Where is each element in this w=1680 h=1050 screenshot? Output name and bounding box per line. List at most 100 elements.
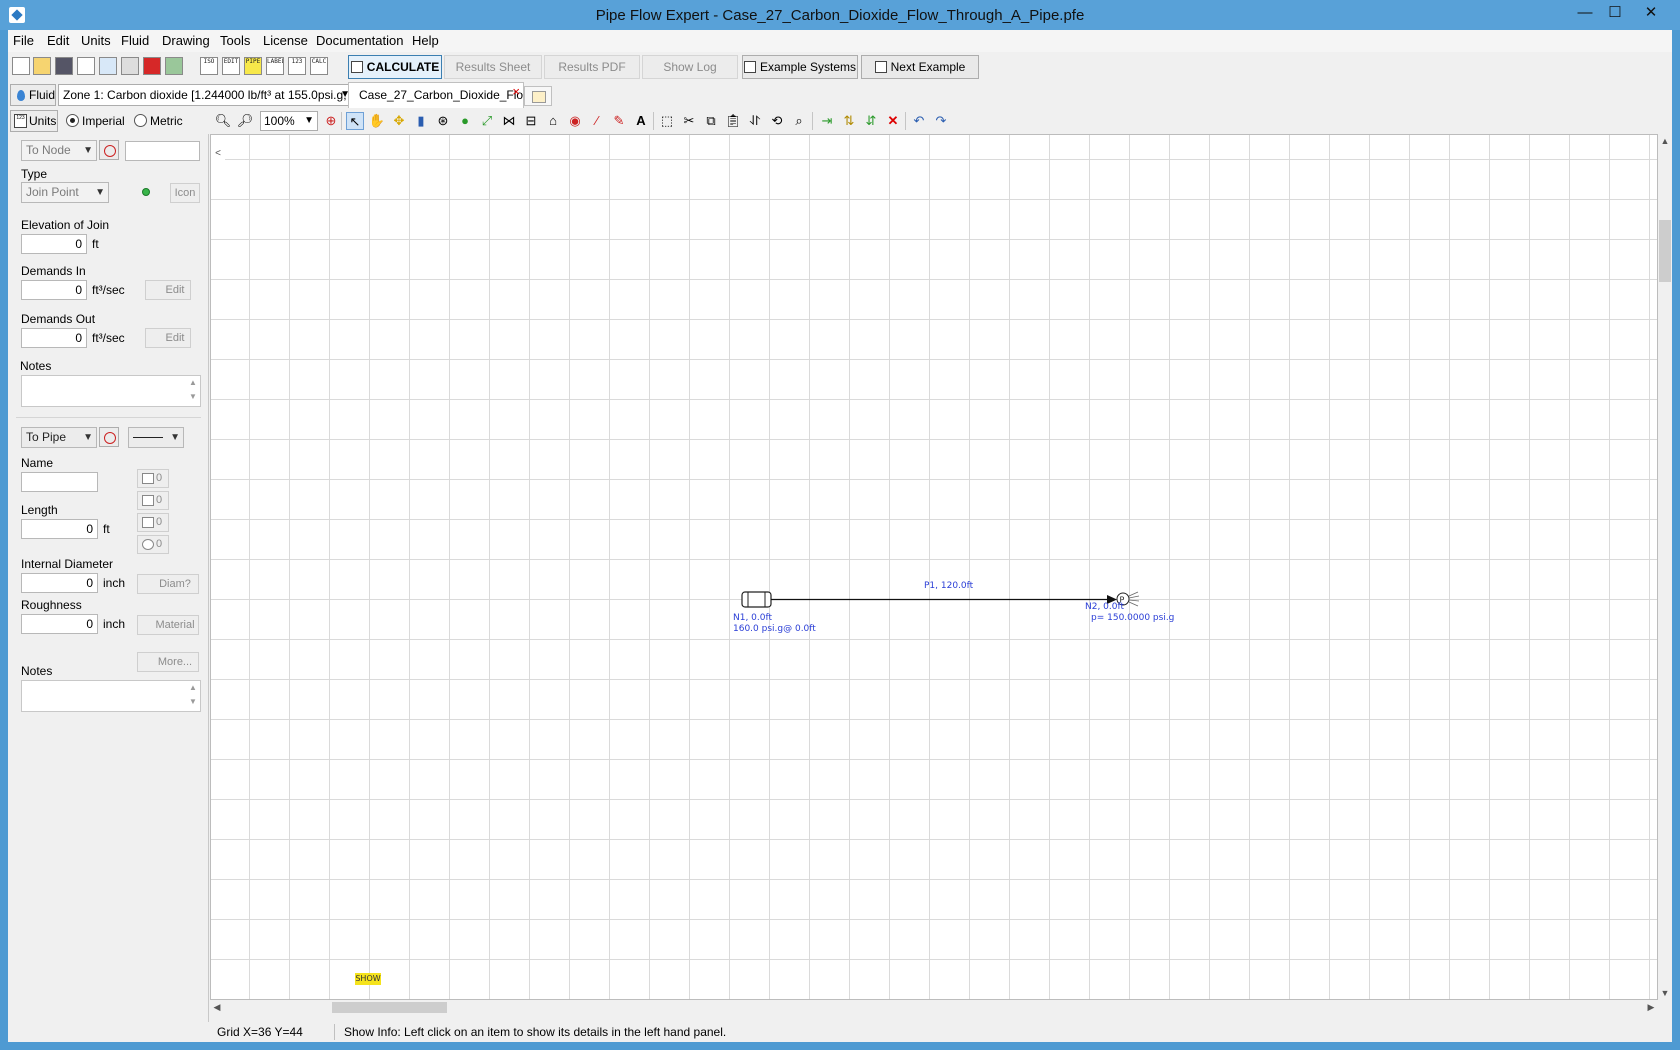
calc-icon[interactable]: CALC [310, 57, 328, 75]
horizontal-scrollbar[interactable]: ◀ ▶ [210, 1000, 1658, 1014]
pipe-draw-icon[interactable]: ⤢ [478, 112, 496, 130]
new-file-icon[interactable] [12, 57, 30, 75]
demands-out-field[interactable]: 0 [21, 328, 87, 348]
close-tab-icon[interactable]: × [512, 83, 520, 104]
drawing-canvas[interactable]: < P P1, 120.0ft N1, 0.0ft 160.0 psi.g@ 0… [210, 134, 1658, 1000]
imperial-radio[interactable]: Imperial [66, 114, 125, 128]
text-icon[interactable]: A [632, 112, 650, 130]
calculate-button[interactable]: CALCULATE [348, 55, 442, 79]
scroll-left-icon[interactable]: ◀ [210, 1000, 224, 1014]
node-notes-field[interactable]: ▲ ▼ [21, 375, 201, 407]
select-area-icon[interactable]: ⬚ [658, 112, 676, 130]
pipe-icon[interactable]: PIPE [244, 57, 262, 75]
numbers-icon[interactable]: 123 [288, 57, 306, 75]
paste-icon[interactable]: 📋︎ [724, 112, 742, 130]
align-icon[interactable]: ⇅ [840, 112, 858, 130]
pipe-selector[interactable]: To Pipe ▼ [21, 427, 97, 448]
pump-icon[interactable]: ◉ [566, 112, 584, 130]
tank-icon[interactable]: ▮ [412, 112, 430, 130]
menu-help[interactable]: Help [412, 33, 439, 48]
rotate-icon[interactable]: ⟲ [768, 112, 786, 130]
add-row-icon[interactable]: ⇥ [818, 112, 836, 130]
vertical-scroll-thumb[interactable] [1659, 220, 1671, 282]
example-systems-button[interactable]: Example Systems [742, 55, 858, 79]
demands-out-edit-button[interactable]: Edit [145, 328, 191, 348]
valve-icon[interactable]: ⋈ [500, 112, 518, 130]
demands-in-edit-button[interactable]: Edit [145, 280, 191, 300]
results-pdf-button[interactable]: Results PDF [544, 55, 640, 79]
target-icon[interactable]: ⊕ [322, 112, 340, 130]
line-icon[interactable]: ∕ [588, 112, 606, 130]
demand-icon[interactable]: ⊛ [434, 112, 452, 130]
results-sheet-button[interactable]: Results Sheet [444, 55, 542, 79]
zoom-in-icon[interactable]: 🔎︎ [236, 112, 254, 130]
iso-icon[interactable]: ISO [200, 57, 218, 75]
find-icon[interactable]: ⌕ [790, 112, 808, 130]
pipe-name-field[interactable] [21, 472, 98, 492]
menu-units[interactable]: Units [81, 33, 111, 48]
scroll-right-icon[interactable]: ▶ [1644, 1000, 1658, 1014]
elevation-field[interactable]: 0 [21, 234, 87, 254]
fluid-button[interactable]: Fluid [10, 84, 56, 106]
node-type-select[interactable]: Join Point ▼ [21, 182, 109, 203]
metric-radio[interactable]: Metric [134, 114, 183, 128]
show-badge[interactable]: SHOW [355, 973, 381, 985]
control-valve-icon[interactable]: ⌂ [544, 112, 562, 130]
distribute-icon[interactable]: ⇵ [862, 112, 880, 130]
node-icon[interactable]: ● [456, 112, 474, 130]
email-icon[interactable] [77, 57, 95, 75]
tank-node-n1[interactable] [741, 591, 772, 608]
save-icon[interactable] [55, 57, 73, 75]
pipe-notes-field[interactable]: ▲ ▼ [21, 680, 201, 712]
component-icon[interactable]: ⊟ [522, 112, 540, 130]
units-button[interactable]: 123 Units [10, 110, 58, 132]
locate-node-icon[interactable] [99, 140, 119, 160]
open-folder-icon[interactable] [33, 57, 51, 75]
menu-file[interactable]: File [13, 33, 34, 48]
redo-icon[interactable]: ↷ [932, 112, 950, 130]
diameter-field[interactable]: 0 [21, 573, 98, 593]
show-log-button[interactable]: Show Log [642, 55, 738, 79]
control-valve-fitting-button[interactable]: 0 [137, 513, 169, 532]
material-button[interactable]: Material [137, 615, 199, 635]
line-style-select[interactable]: ▼ [128, 427, 184, 448]
menu-fluid[interactable]: Fluid [121, 33, 149, 48]
scroll-up-icon[interactable]: ▲ [1658, 134, 1672, 148]
cut-icon[interactable]: ✂ [680, 112, 698, 130]
delete-icon[interactable]: ✕ [884, 112, 902, 130]
length-field[interactable]: 0 [21, 519, 98, 539]
valve-fitting-button[interactable]: 0 [137, 469, 169, 488]
vertical-scrollbar[interactable]: ▲ ▼ [1658, 134, 1672, 1012]
roughness-field[interactable]: 0 [21, 614, 98, 634]
menu-drawing[interactable]: Drawing [162, 33, 210, 48]
diam-button[interactable]: Diam? [137, 574, 199, 594]
copy-icon[interactable]: ⧉ [702, 112, 720, 130]
new-tab-icon[interactable] [524, 86, 552, 106]
move-icon[interactable]: ✥ [390, 112, 408, 130]
maximize-button[interactable]: ☐ [1600, 2, 1630, 26]
node-name-field[interactable] [125, 141, 200, 161]
select-pointer-icon[interactable]: ↖ [346, 112, 364, 130]
menu-license[interactable]: License [263, 33, 308, 48]
horizontal-scroll-thumb[interactable] [332, 1002, 447, 1013]
pan-hand-icon[interactable]: ✋ [368, 112, 386, 130]
next-example-button[interactable]: Next Example [861, 55, 979, 79]
minimize-button[interactable]: — [1570, 2, 1600, 26]
demands-in-field[interactable]: 0 [21, 280, 87, 300]
flip-icon[interactable]: ⥯ [746, 112, 764, 130]
menu-tools[interactable]: Tools [220, 33, 250, 48]
menu-documentation[interactable]: Documentation [316, 33, 403, 48]
zoom-select[interactable]: 100% ▼ [260, 111, 318, 131]
label-icon[interactable]: LABEL [266, 57, 284, 75]
print-icon[interactable] [121, 57, 139, 75]
file-tab[interactable]: Case_27_Carbon_Dioxide_Flo × [348, 82, 524, 108]
pump-fitting-button[interactable]: 0 [137, 535, 169, 554]
zoom-out-icon[interactable]: 🔍︎ [214, 112, 232, 130]
component-fitting-button[interactable]: 0 [137, 491, 169, 510]
export-image-icon[interactable] [165, 57, 183, 75]
menu-edit[interactable]: Edit [47, 33, 69, 48]
node-selector[interactable]: To Node ▼ [21, 140, 97, 161]
image-icon[interactable] [99, 57, 117, 75]
pdf-icon[interactable] [143, 57, 161, 75]
more-button[interactable]: More... [137, 652, 199, 672]
